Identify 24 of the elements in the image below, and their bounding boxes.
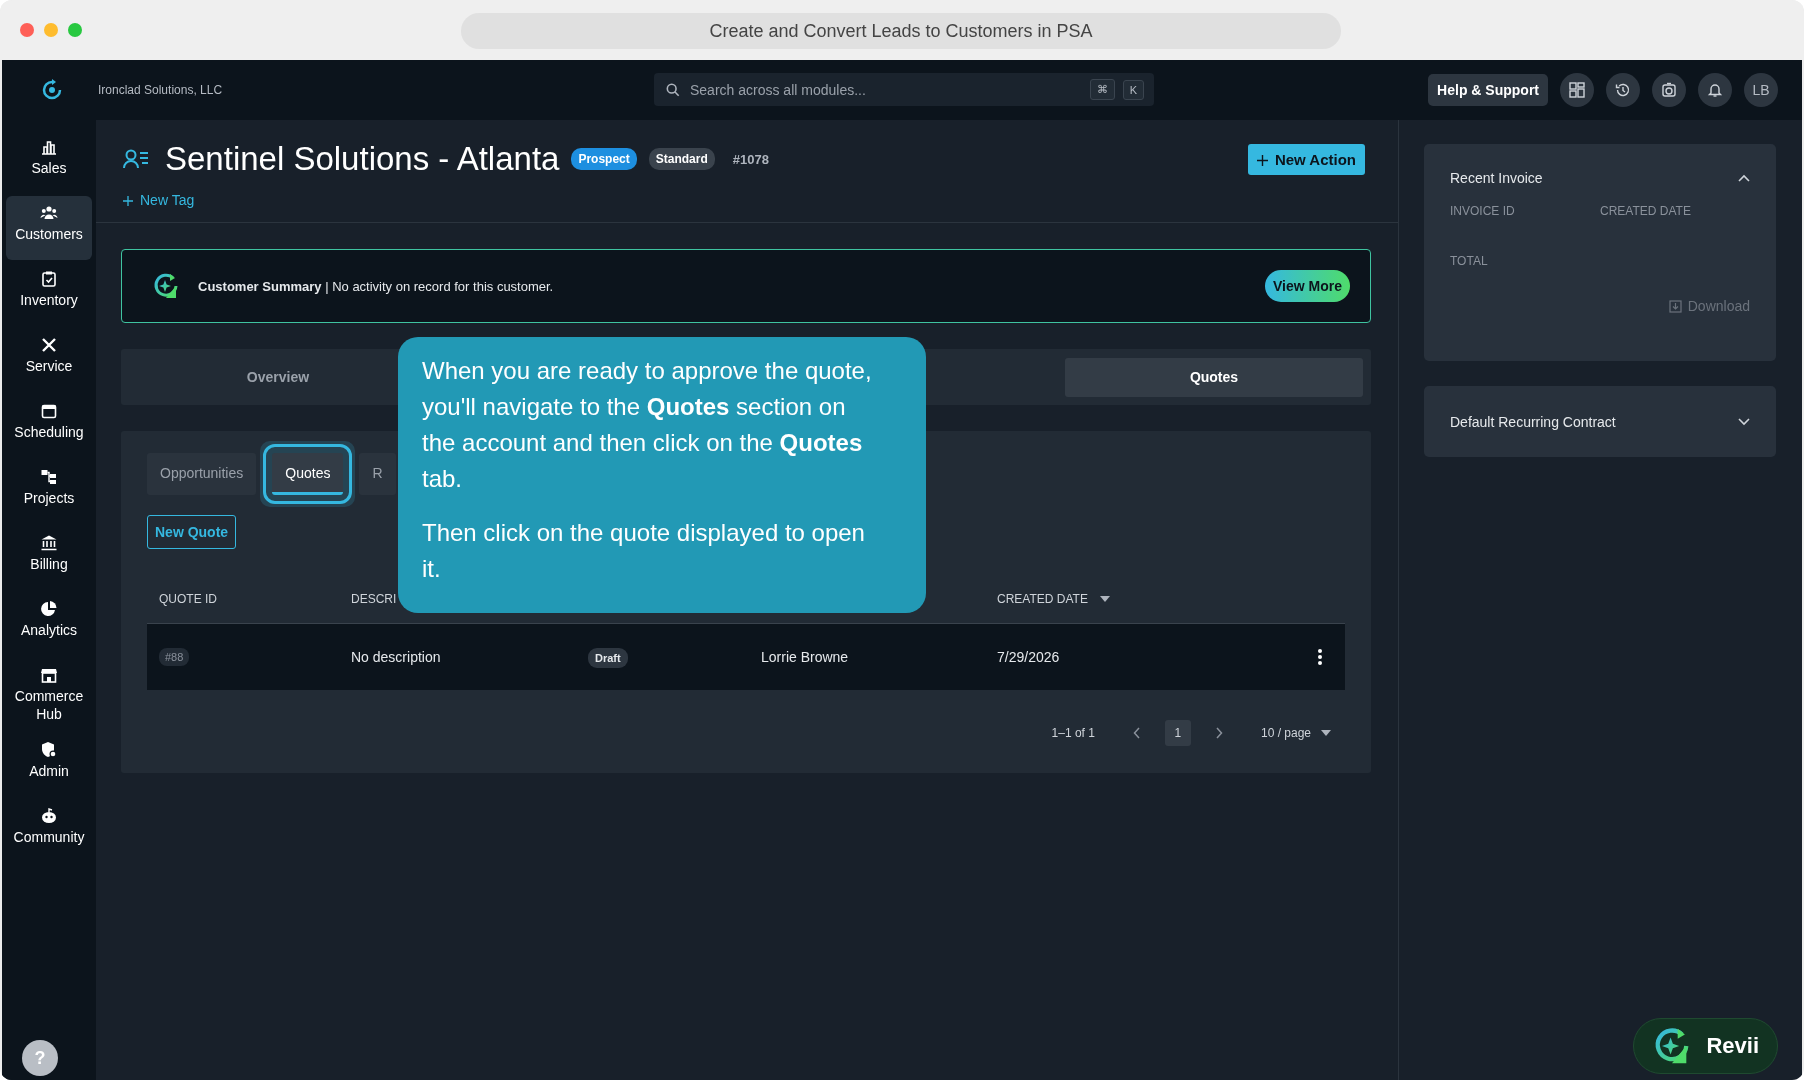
status-tag: Draft — [588, 648, 628, 668]
card-title: Recent Invoice — [1450, 170, 1543, 186]
company-name: Ironclad Solutions, LLC — [98, 83, 223, 97]
account-badge: Standard — [648, 148, 715, 170]
summary-text: Customer Summary | No activity on record for this customer. — [198, 278, 554, 294]
shortcut-key: ⌘ — [1089, 79, 1115, 100]
page-range: 1–1 of 1 — [1051, 726, 1095, 740]
field-label: CREATED DATE — [1600, 204, 1692, 218]
account-badge: Prospect — [571, 148, 637, 170]
tooltip-text: When you are ready to approve the quote, you'll navigate to the Quotes section on the account and then click on the Quotes tab. — [422, 356, 873, 494]
card-title: Default Recurring Contract — [1450, 413, 1616, 430]
window-title: Create and Convert Leads to Customers in PSA — [461, 13, 1341, 49]
account-number: #1078 — [732, 151, 769, 167]
table-cell-text: No description — [351, 649, 442, 665]
account-name: Sentinel Solutions - Atlanta — [165, 140, 560, 178]
table-cell-text: Lorrie Browne — [761, 649, 850, 665]
field-label: INVOICE ID — [1450, 204, 1516, 218]
field-label: TOTAL — [1450, 254, 1489, 268]
table-cell-text: 7/29/2026 — [997, 649, 1061, 665]
shortcut-key: K — [1122, 79, 1144, 100]
column-header: DESCRI — [350, 592, 398, 606]
column-header: QUOTE ID — [158, 592, 218, 606]
quote-id: #88 — [159, 648, 190, 666]
tooltip-text: Then click on the quote displayed to open it. — [422, 518, 866, 584]
